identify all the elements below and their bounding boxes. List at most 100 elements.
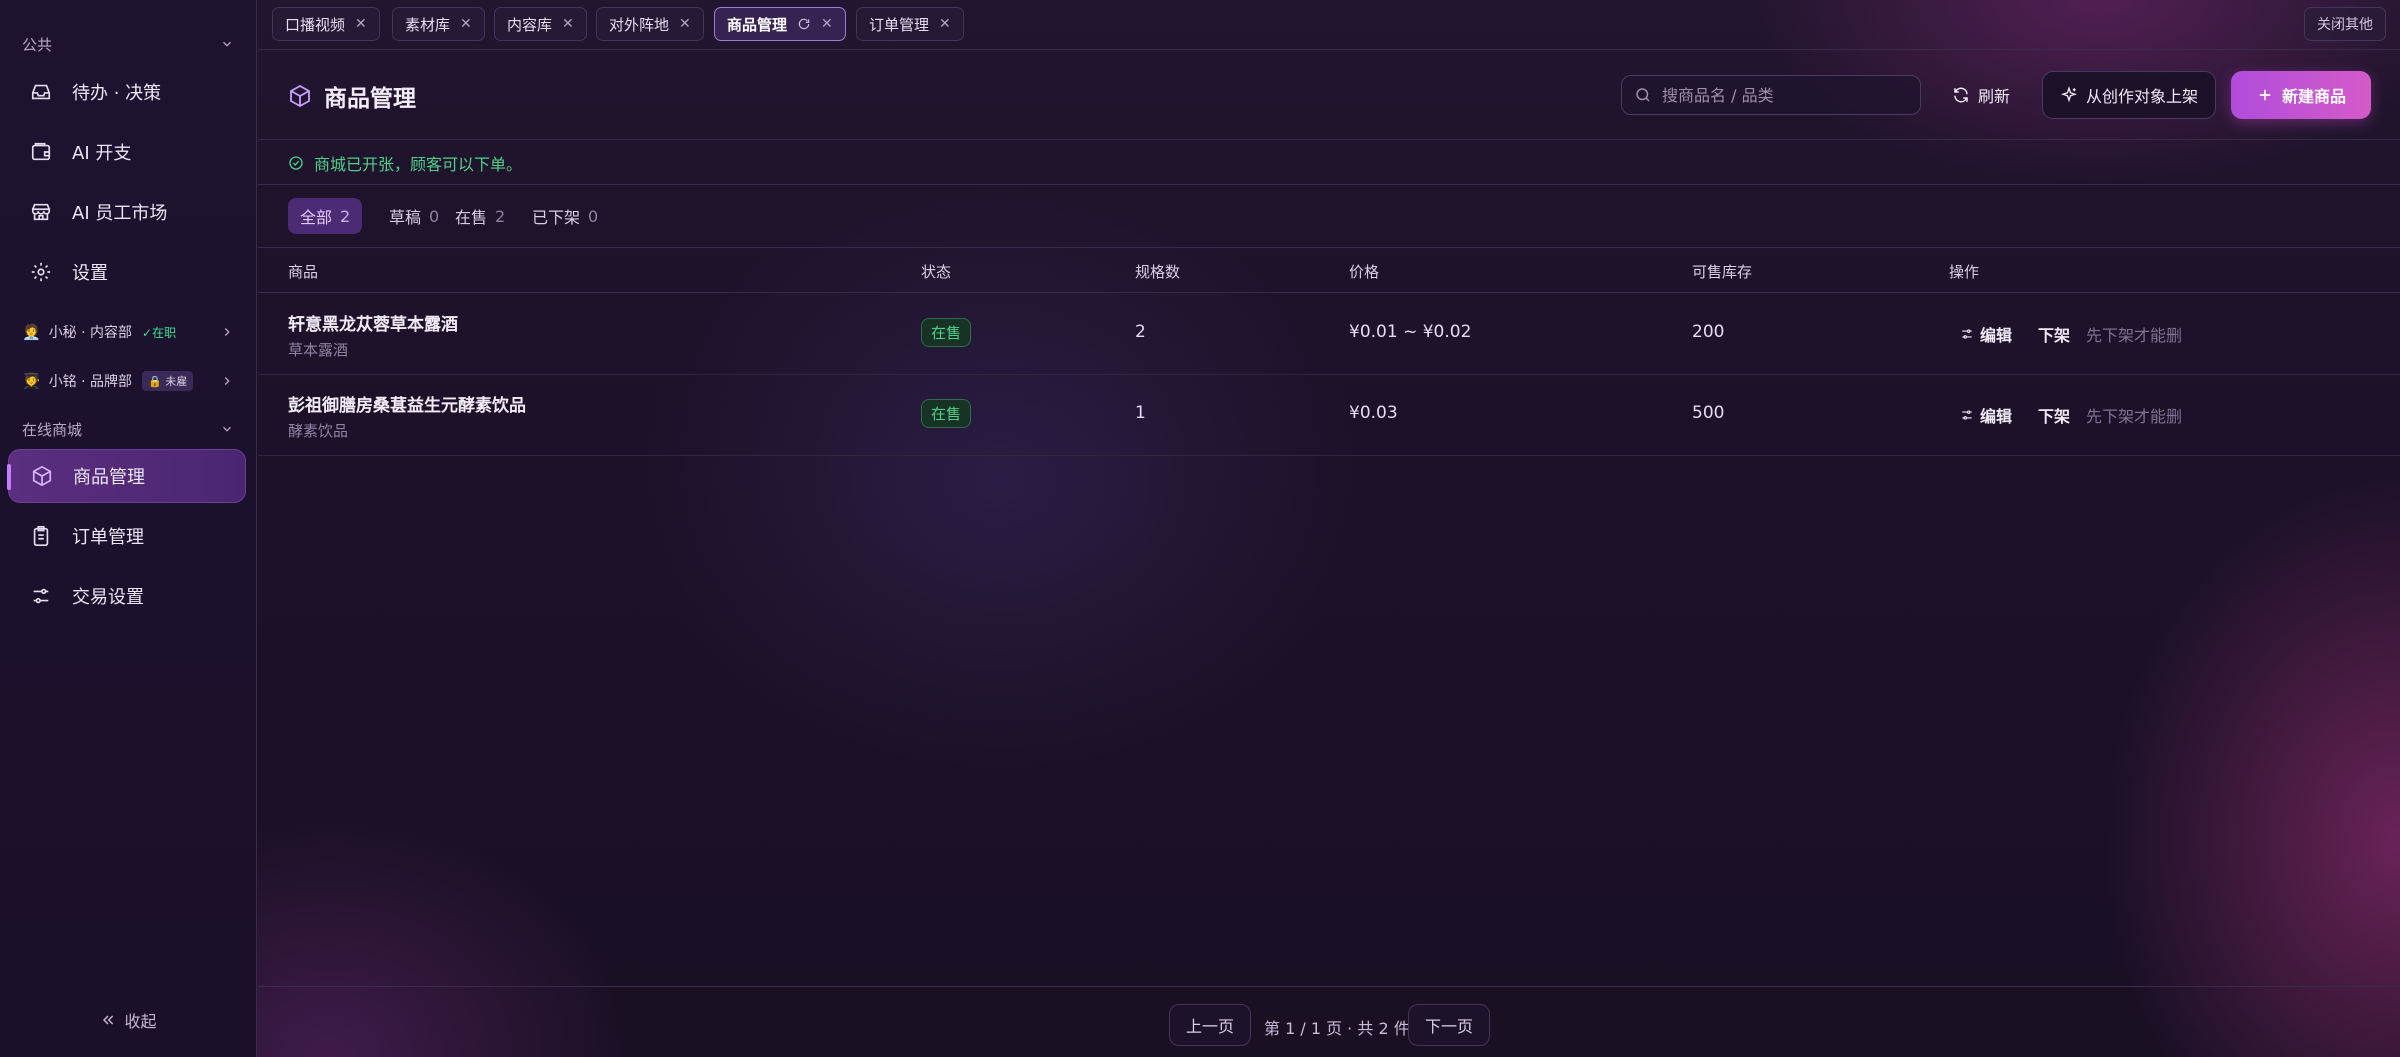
agent-avatar: 🧑‍💼 bbox=[22, 323, 41, 341]
table-row[interactable]: 轩意黑龙苁蓉草本露酒 草本露酒 在售 2 ¥0.01 ~ ¥0.02 200 编… bbox=[258, 294, 2400, 375]
box-icon bbox=[29, 463, 55, 489]
agent-name: 小铭 · 品牌部 bbox=[48, 374, 133, 390]
sliders-icon bbox=[1962, 329, 1972, 339]
store-icon bbox=[28, 199, 54, 225]
sidebar-item-orders[interactable]: 订单管理 bbox=[8, 509, 246, 563]
search-input[interactable] bbox=[1662, 85, 1902, 105]
chevron-right-icon bbox=[224, 377, 230, 385]
tab-broadcast-video[interactable]: 口播视频 ✕ bbox=[272, 7, 380, 41]
page-title: 商品管理 bbox=[288, 79, 416, 113]
section-public-label: 公共 bbox=[22, 35, 53, 54]
delete-hint: 先下架才能删 bbox=[2086, 326, 2183, 345]
page-info: 第 1 / 1 页 · 共 2 件 bbox=[1264, 1019, 1410, 1038]
product-category: 酵素饮品 bbox=[288, 422, 349, 440]
sidebar-item-label: 商品管理 bbox=[73, 467, 145, 488]
sidebar-item-ai-expense[interactable]: AI 开支 bbox=[8, 125, 246, 179]
product-name[interactable]: 彭祖御膳房桑葚益生元酵素饮品 bbox=[288, 391, 526, 416]
collapse-sidebar-button[interactable]: 收起 bbox=[0, 1005, 257, 1035]
take-down-button[interactable]: 下架 bbox=[2038, 403, 2070, 427]
sparkle-icon bbox=[2060, 86, 2078, 103]
tab-external-channels[interactable]: 对外阵地 ✕ bbox=[596, 7, 704, 41]
delete-hint: 先下架才能删 bbox=[2086, 407, 2183, 426]
tab-label: 素材库 bbox=[405, 15, 451, 34]
column-header-status: 状态 bbox=[921, 263, 952, 281]
tab-content-library[interactable]: 内容库 ✕ bbox=[494, 7, 587, 41]
table-row[interactable]: 彭祖御膳房桑葚益生元酵素饮品 酵素饮品 在售 1 ¥0.03 500 编辑 下架… bbox=[258, 375, 2400, 456]
sidebar-item-todo[interactable]: 待办 · 决策 bbox=[8, 65, 246, 119]
status-badge: 在售 bbox=[921, 318, 972, 347]
check-circle-icon bbox=[289, 155, 303, 170]
take-down-button[interactable]: 下架 bbox=[2038, 322, 2070, 346]
close-icon[interactable]: ✕ bbox=[939, 16, 951, 32]
tab-materials[interactable]: 素材库 ✕ bbox=[392, 7, 485, 41]
section-public-header[interactable]: 公共 bbox=[22, 29, 234, 59]
new-product-button[interactable]: 新建商品 bbox=[2231, 71, 2371, 119]
page-header: 商品管理 刷新 从创作对象上架 新建商品 bbox=[258, 51, 2400, 140]
refresh-button[interactable]: 刷新 bbox=[1936, 71, 2026, 119]
tab-label: 订单管理 bbox=[869, 15, 930, 34]
edit-button[interactable]: 编辑 bbox=[1960, 322, 2012, 346]
product-cell: 轩意黑龙苁蓉草本露酒 草本露酒 bbox=[288, 310, 458, 360]
sidebar-item-label: AI 开支 bbox=[72, 143, 132, 164]
section-mall-header[interactable]: 在线商城 bbox=[22, 414, 234, 444]
sliders-icon bbox=[1962, 410, 1972, 420]
tab-product-management[interactable]: 商品管理 ✕ bbox=[714, 7, 846, 41]
agent-status-badge: 🔒 未雇 bbox=[142, 371, 194, 391]
filter-count: 0 bbox=[429, 206, 440, 226]
filter-count: 2 bbox=[495, 206, 506, 226]
page-title-text: 商品管理 bbox=[324, 86, 416, 112]
close-others-button[interactable]: 关闭其他 bbox=[2304, 7, 2386, 41]
chevron-down-icon bbox=[223, 41, 231, 47]
filter-tab-off-shelf[interactable]: 已下架 0 bbox=[520, 198, 610, 234]
new-product-label: 新建商品 bbox=[2281, 87, 2346, 106]
close-icon[interactable]: ✕ bbox=[460, 16, 472, 32]
box-icon bbox=[290, 84, 310, 108]
sidebar-item-label: 待办 · 决策 bbox=[72, 83, 162, 104]
next-page-button[interactable]: 下一页 bbox=[1408, 1004, 1491, 1046]
close-icon[interactable]: ✕ bbox=[679, 16, 691, 32]
close-icon[interactable]: ✕ bbox=[562, 16, 574, 32]
tab-order-management[interactable]: 订单管理 ✕ bbox=[856, 7, 964, 41]
filter-count: 2 bbox=[340, 206, 351, 226]
create-from-object-button[interactable]: 从创作对象上架 bbox=[2042, 71, 2216, 119]
search-icon bbox=[1636, 88, 1650, 102]
agent-item-xiaoming[interactable]: 🧑‍🎓 小铭 · 品牌部 🔒 未雇 bbox=[22, 366, 234, 396]
tab-bar: 口播视频 ✕ 素材库 ✕ 内容库 ✕ 对外阵地 ✕ 商品管理 ✕ 订单管理 ✕ … bbox=[258, 0, 2400, 50]
row-actions: 编辑 下架 先下架才能删 bbox=[1960, 322, 2182, 346]
sidebar-item-ai-market[interactable]: AI 员工市场 bbox=[8, 185, 246, 239]
agent-item-xiaomi[interactable]: 🧑‍💼 小秘 · 内容部 ✓在职 bbox=[22, 317, 234, 347]
pagination-bar: 上一页 第 1 / 1 页 · 共 2 件 下一页 bbox=[258, 986, 2400, 1057]
filter-tab-all[interactable]: 全部 2 bbox=[288, 198, 363, 234]
status-cell: 在售 bbox=[921, 399, 972, 428]
price-range: ¥0.03 bbox=[1349, 403, 1398, 423]
refresh-label: 刷新 bbox=[1977, 87, 2010, 106]
section-mall-label: 在线商城 bbox=[22, 420, 83, 439]
sliders-icon bbox=[28, 583, 54, 609]
gear-icon bbox=[28, 259, 54, 285]
status-cell: 在售 bbox=[921, 318, 972, 347]
product-name[interactable]: 轩意黑龙苁蓉草本露酒 bbox=[288, 310, 458, 335]
filter-label: 草稿 bbox=[389, 208, 422, 227]
filter-tab-on-sale[interactable]: 在售 2 bbox=[443, 198, 517, 234]
sidebar-item-products[interactable]: 商品管理 bbox=[7, 449, 246, 503]
close-icon[interactable]: ✕ bbox=[355, 16, 367, 32]
tab-label: 商品管理 bbox=[727, 15, 788, 34]
column-header-actions: 操作 bbox=[1949, 263, 1980, 281]
sidebar-item-trade-settings[interactable]: 交易设置 bbox=[8, 569, 246, 623]
filter-tab-draft[interactable]: 草稿 0 bbox=[377, 198, 451, 234]
create-from-object-label: 从创作对象上架 bbox=[2085, 87, 2198, 106]
edit-label: 编辑 bbox=[1980, 407, 2013, 426]
column-header-price: 价格 bbox=[1349, 263, 1380, 281]
edit-button[interactable]: 编辑 bbox=[1960, 403, 2012, 427]
inbox-icon bbox=[28, 79, 54, 105]
collapse-label: 收起 bbox=[124, 1012, 157, 1031]
reload-icon[interactable] bbox=[797, 17, 811, 31]
agent-name: 小秘 · 内容部 bbox=[48, 325, 133, 341]
prev-page-button[interactable]: 上一页 bbox=[1169, 1004, 1252, 1046]
sidebar-item-label: 订单管理 bbox=[72, 527, 144, 548]
close-icon[interactable]: ✕ bbox=[821, 16, 833, 32]
sidebar-item-settings[interactable]: 设置 bbox=[8, 245, 246, 299]
stock-count: 500 bbox=[1692, 403, 1725, 423]
wallet-icon bbox=[28, 139, 54, 165]
search-box[interactable] bbox=[1621, 75, 1921, 115]
